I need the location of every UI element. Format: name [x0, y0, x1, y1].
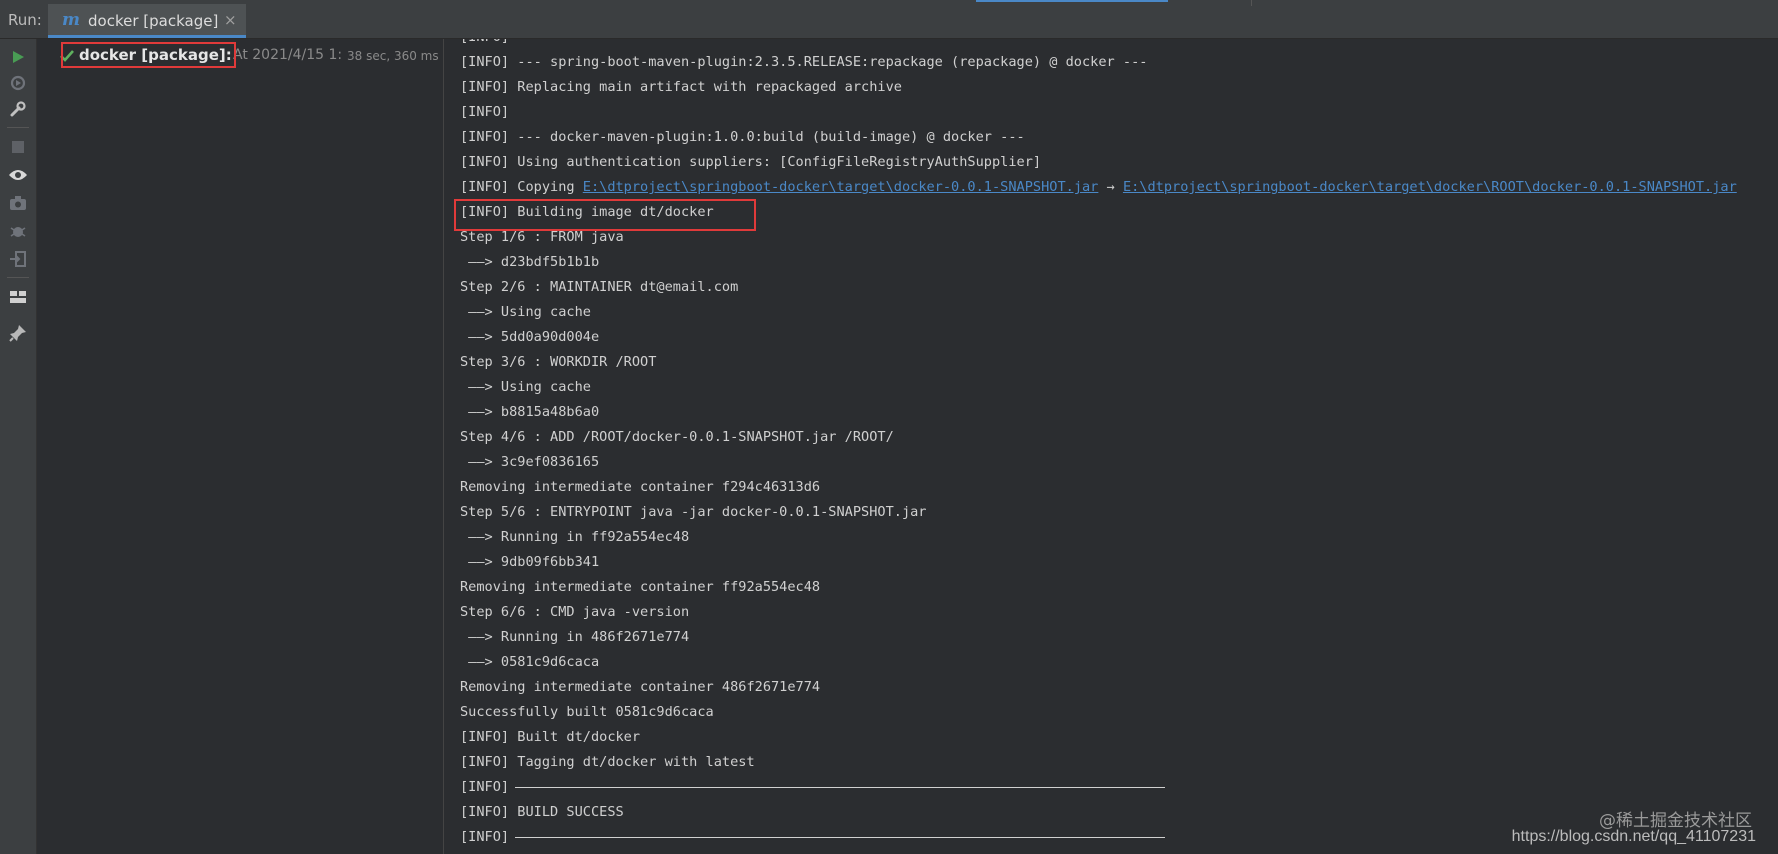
console-line: [INFO] Using authentication suppliers: [… — [460, 150, 1041, 175]
console-line-text: [INFO] — [460, 39, 509, 45]
separator-rule — [515, 836, 1166, 838]
console-line-text: [INFO] BUILD SUCCESS — [460, 804, 624, 820]
tree-item-duration: 38 sec, 360 ms — [347, 49, 439, 63]
console-line: [INFO] — [460, 39, 509, 50]
pin-icon[interactable] — [6, 321, 30, 345]
console-line-text: Removing intermediate container f294c463… — [460, 479, 821, 495]
console-line-text: [INFO] --- spring-boot-maven-plugin:2.3.… — [460, 54, 1148, 70]
layout-icon[interactable] — [6, 285, 30, 309]
console-line: ——> 9db09f6bb341 — [460, 550, 599, 575]
debug-icon[interactable] — [6, 219, 30, 243]
console-line-text: Step 3/6 : WORKDIR /ROOT — [460, 354, 657, 370]
run-tree-panel: docker [package]: At 2021/4/15 1: 38 sec… — [37, 39, 444, 854]
toolbar-separator — [7, 127, 29, 128]
tab-docker-package[interactable]: m docker [package] × — [48, 4, 246, 38]
console-line: Step 3/6 : WORKDIR /ROOT — [460, 350, 656, 375]
console-line: ——> Running in 486f2671e774 — [460, 625, 689, 650]
run-icon[interactable] — [6, 45, 30, 69]
console-line-text: [INFO] Copying — [460, 179, 583, 195]
console-line-text: ——> Running in ff92a554ec48 — [460, 529, 690, 545]
console-line-text: Step 5/6 : ENTRYPOINT java -jar docker-0… — [460, 504, 927, 520]
console-line-text: ——> b8815a48b6a0 — [460, 404, 600, 420]
console-line: ——> 3c9ef0836165 — [460, 450, 599, 475]
console-line-text: Successfully built 0581c9d6caca — [460, 704, 714, 720]
console-line: [INFO] Tagging dt/docker with latest — [460, 750, 755, 775]
console-line: ——> Running in ff92a554ec48 — [460, 525, 689, 550]
tab-label: docker [package] — [88, 12, 219, 30]
highlight-box-building-image — [454, 199, 756, 231]
console-line: [INFO] — [460, 100, 509, 125]
console-line-text: [INFO] — [460, 104, 510, 120]
console-line: [INFO] — [460, 825, 1166, 850]
highlight-box-tree — [61, 42, 236, 68]
console-line: Step 5/6 : ENTRYPOINT java -jar docker-0… — [460, 500, 927, 525]
console-line-text: Step 2/6 : MAINTAINER dt@email.com — [460, 279, 739, 295]
run-toolwindow-header: Run: m docker [package] × — [0, 0, 1778, 39]
console-line-text: ——> d23bdf5b1b1b — [460, 254, 600, 270]
console-line-text: [INFO] — [460, 829, 510, 845]
console-output[interactable]: [INFO] [INFO] --- spring-boot-maven-plugi… — [444, 39, 1778, 854]
console-line: Successfully built 0581c9d6caca — [460, 700, 714, 725]
console-line: ——> d23bdf5b1b1b — [460, 250, 599, 275]
console-line-text: [INFO] Using authentication suppliers: [… — [460, 154, 1042, 170]
maven-icon: m — [62, 10, 80, 30]
console-line-text: [INFO] Tagging dt/docker with latest — [460, 754, 755, 770]
console-line-text: Step 1/6 : FROM java — [460, 229, 624, 245]
console-line: Removing intermediate container ff92a554… — [460, 575, 820, 600]
top-separator — [1251, 0, 1252, 6]
console-line: ——> 5dd0a90d004e — [460, 325, 599, 350]
console-line-text: ——> Running in 486f2671e774 — [460, 629, 690, 645]
toolbar-separator — [7, 277, 29, 278]
left-toolbar — [0, 39, 37, 854]
target-jar-link[interactable]: E:\dtproject\springboot-docker\target\do… — [1123, 179, 1737, 195]
console-line: [INFO] Replacing main artifact with repa… — [460, 75, 902, 100]
close-icon[interactable]: × — [224, 11, 237, 29]
console-line-text: [INFO] --- docker-maven-plugin:1.0.0:bui… — [460, 129, 1025, 145]
console-line: [INFO] — [460, 775, 1166, 800]
console-line-text: ——> 5dd0a90d004e — [460, 329, 600, 345]
stop-icon[interactable] — [6, 135, 30, 159]
console-line-text: Removing intermediate container ff92a554… — [460, 579, 821, 595]
console-line: [INFO] --- docker-maven-plugin:1.0.0:bui… — [460, 125, 1025, 150]
console-line-text: Removing intermediate container 486f2671… — [460, 679, 821, 695]
rerun-icon[interactable] — [6, 71, 30, 95]
console-line: Removing intermediate container f294c463… — [460, 475, 820, 500]
console-line: Step 2/6 : MAINTAINER dt@email.com — [460, 275, 738, 300]
camera-icon[interactable] — [6, 191, 30, 215]
console-line: [INFO] BUILD SUCCESS — [460, 800, 624, 825]
run-label: Run: — [8, 11, 42, 29]
source-jar-link[interactable]: E:\dtproject\springboot-docker\target\do… — [583, 179, 1099, 195]
console-line-text: [INFO] — [460, 779, 510, 795]
console-line: Removing intermediate container 486f2671… — [460, 675, 820, 700]
top-accent-bar — [976, 0, 1168, 2]
separator-rule — [515, 786, 1166, 788]
console-line: ——> Using cache — [460, 300, 591, 325]
login-icon[interactable] — [6, 247, 30, 271]
copy-arrow: → — [1098, 179, 1123, 195]
console-line-text: Step 4/6 : ADD /ROOT/docker-0.0.1-SNAPSH… — [460, 429, 894, 445]
console-line-text: ——> 0581c9d6caca — [460, 654, 600, 670]
console-line-text: [INFO] Built dt/docker — [460, 729, 641, 745]
console-line: [INFO] Built dt/docker — [460, 725, 640, 750]
console-line-text: ——> 9db09f6bb341 — [460, 554, 600, 570]
watermark-csdn: https://blog.csdn.net/qq_41107231 — [1511, 828, 1756, 845]
console-line-text: ——> Using cache — [460, 379, 591, 395]
console-line-text: ——> 3c9ef0836165 — [460, 454, 600, 470]
console-line: [INFO] Copying E:\dtproject\springboot-d… — [460, 175, 1737, 200]
console-line-text: ——> Using cache — [460, 304, 591, 320]
tree-item-time: At 2021/4/15 1: — [233, 47, 343, 63]
console-line: Step 4/6 : ADD /ROOT/docker-0.0.1-SNAPSH… — [460, 425, 894, 450]
console-line: ——> 0581c9d6caca — [460, 650, 599, 675]
console-line: ——> b8815a48b6a0 — [460, 400, 599, 425]
wrench-icon[interactable] — [6, 97, 30, 121]
console-line-text: [INFO] Replacing main artifact with repa… — [460, 79, 902, 95]
console-line: ——> Using cache — [460, 375, 591, 400]
console-line-text: Step 6/6 : CMD java -version — [460, 604, 690, 620]
console-line: [INFO] --- spring-boot-maven-plugin:2.3.… — [460, 50, 1147, 75]
console-line: Step 6/6 : CMD java -version — [460, 600, 689, 625]
eye-icon[interactable] — [6, 163, 30, 187]
